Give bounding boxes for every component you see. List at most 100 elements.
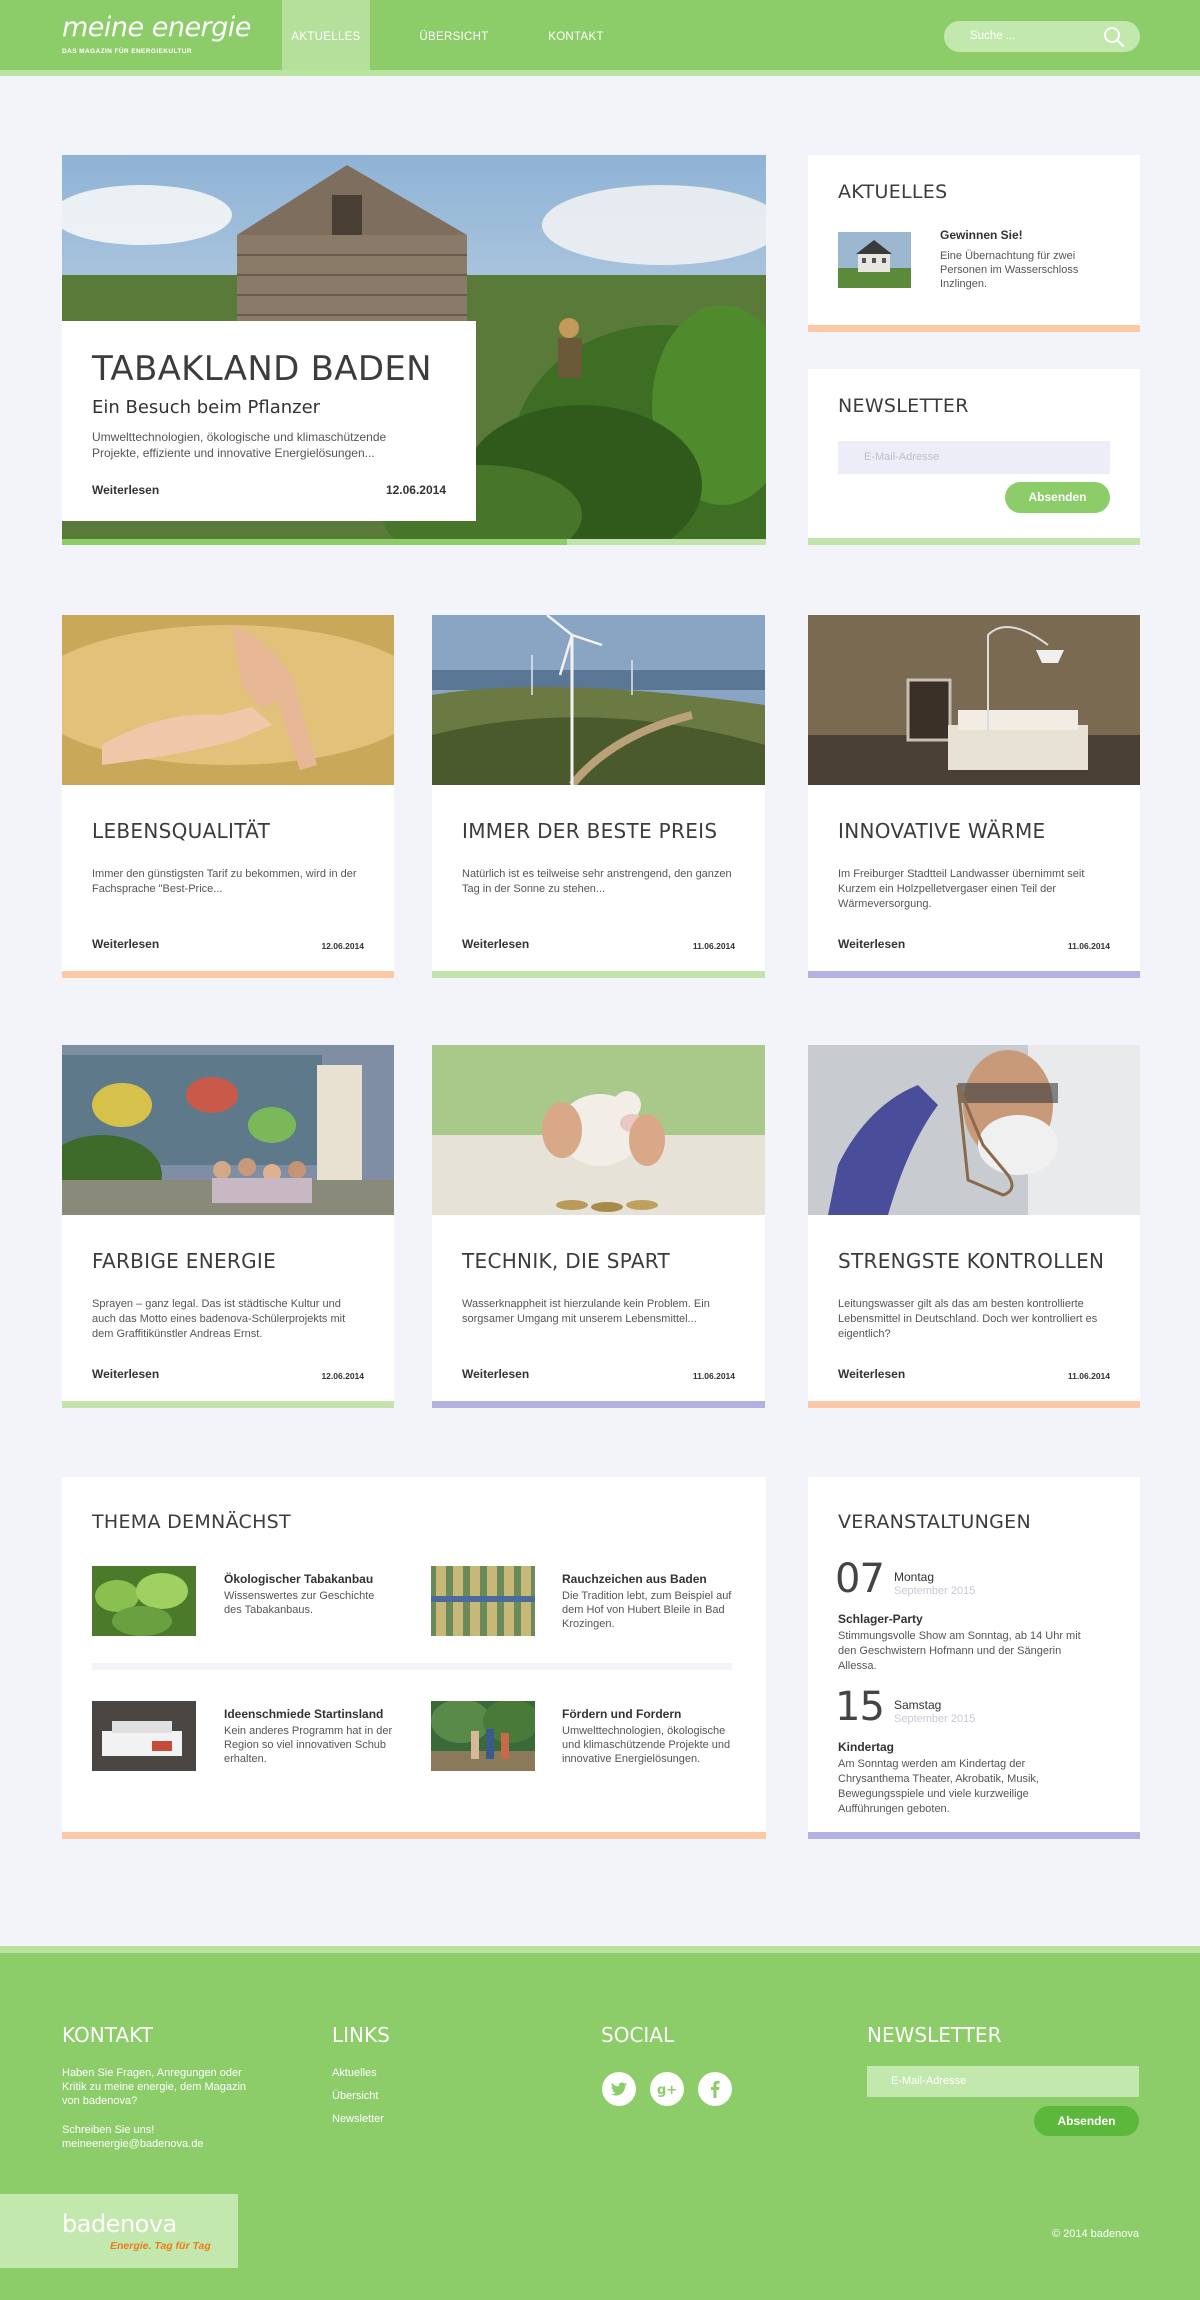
thema-item-text: Die Tradition lebt, zum Beispiel auf dem… (562, 1590, 732, 1630)
card-image (808, 615, 1140, 785)
article-card[interactable]: TECHNIK, DIE SPART Wasserknappheit ist h… (432, 1045, 765, 1408)
event-month: September 2015 (894, 1585, 976, 1597)
card-image (62, 1045, 394, 1215)
card-image (62, 615, 394, 785)
card-image (432, 615, 765, 785)
footer-email-link[interactable]: meineenergie@badenova.de (62, 2137, 203, 2151)
footer-newsletter-email-field[interactable]: E-Mail-Adresse (867, 2066, 1139, 2097)
footer-link-aktuelles[interactable]: Aktuelles (332, 2066, 377, 2080)
thema-item-text: Wissenswertes zur Geschichte des Tabakan… (224, 1590, 375, 1616)
footer-kontakt-text: Haben Sie Fragen, Anregungen oder Kritik… (62, 2067, 247, 2107)
card-date: 11.06.2014 (1067, 1371, 1110, 1381)
footer-kontakt-title: KONTAKT (62, 2023, 153, 2047)
card-image (808, 1045, 1140, 1215)
castle-thumbnail[interactable] (838, 232, 911, 288)
card-accent-bar (808, 1401, 1140, 1408)
thema-accent-bar (62, 1832, 766, 1839)
hero-text: Umwelttechnologien, ökologische und klim… (92, 430, 387, 460)
card-image (432, 1045, 765, 1215)
hero-title[interactable]: TABAKLAND BADEN (92, 349, 432, 389)
card-title[interactable]: FARBIGE ENERGIE (92, 1249, 276, 1273)
search-icon[interactable] (1101, 24, 1127, 50)
article-card[interactable]: INNOVATIVE WÄRME Im Freiburger Stadtteil… (808, 615, 1140, 978)
thema-item-image[interactable] (431, 1701, 535, 1771)
hero-date: 12.06.2014 (385, 483, 446, 497)
thema-item-title[interactable]: Ideenschmiede Startinsland (224, 1707, 383, 1721)
google-plus-icon[interactable]: g+ (650, 2072, 684, 2106)
brand-name: badenova (62, 2210, 177, 2238)
event-weekday: Montag (894, 1570, 935, 1584)
badenova-logo[interactable]: badenova Energie. Tag für Tag (0, 2194, 238, 2268)
event-text: Stimmungsvolle Show am Sonntag, ab 14 Uh… (838, 1630, 1081, 1672)
site-footer: KONTAKT Haben Sie Fragen, Anregungen ode… (0, 1946, 1200, 2300)
card-text: Im Freiburger Stadtteil Landwasser übern… (838, 868, 1085, 910)
thema-item-title[interactable]: Fördern und Fordern (562, 1707, 681, 1721)
card-text: Immer den günstigsten Tarif zu bekommen,… (92, 868, 357, 895)
brand-slogan: Energie. Tag für Tag (110, 2240, 211, 2252)
article-card[interactable]: STRENGSTE KONTROLLEN Leitungswasser gilt… (808, 1045, 1140, 1408)
thema-item-image[interactable] (92, 1566, 196, 1636)
card-date: 11.06.2014 (692, 1371, 735, 1381)
card-title[interactable]: IMMER DER BESTE PREIS (462, 819, 717, 843)
event-title[interactable]: Schlager-Party (838, 1612, 923, 1626)
card-read-more-link[interactable]: Weiterlesen (92, 1367, 159, 1381)
article-card[interactable]: IMMER DER BESTE PREIS Natürlich ist es t… (432, 615, 765, 978)
thema-item-title[interactable]: Rauchzeichen aus Baden (562, 1572, 707, 1586)
article-card[interactable]: FARBIGE ENERGIE Sprayen – ganz legal. Da… (62, 1045, 394, 1408)
newsletter-widget: NEWSLETTER E-Mail-Adresse Absenden (808, 369, 1140, 545)
thema-item-image[interactable] (431, 1566, 535, 1636)
event-title[interactable]: Kindertag (838, 1740, 894, 1754)
footer-link-uebersicht[interactable]: Übersicht (332, 2089, 378, 2103)
thema-item-image[interactable] (92, 1701, 196, 1771)
aktuelles-accent-bar (808, 325, 1140, 332)
card-text: Wasserknappheit ist hierzulande kein Pro… (462, 1298, 710, 1325)
card-title[interactable]: TECHNIK, DIE SPART (462, 1249, 670, 1273)
facebook-icon[interactable] (698, 2072, 732, 2106)
article-card[interactable]: LEBENSQUALITÄT Immer den günstigsten Tar… (62, 615, 394, 978)
card-date: 11.06.2014 (1067, 941, 1110, 951)
thema-item-title[interactable]: Ökologischer Tabakanbau (224, 1572, 373, 1586)
twitter-icon[interactable] (602, 2072, 636, 2106)
card-text: Natürlich ist es teilweise sehr anstreng… (462, 868, 732, 895)
card-title[interactable]: STRENGSTE KONTROLLEN (838, 1249, 1104, 1273)
card-text: Sprayen – ganz legal. Das ist städtische… (92, 1298, 346, 1340)
card-read-more-link[interactable]: Weiterlesen (462, 937, 529, 951)
card-accent-bar (432, 971, 765, 978)
nav-item-kontakt[interactable]: KONTAKT (532, 0, 620, 70)
logo-tagline: DAS MAGAZIN FÜR ENERGIEKULTUR (62, 48, 192, 55)
events-accent-bar (808, 1832, 1140, 1839)
card-read-more-link[interactable]: Weiterlesen (462, 1367, 529, 1381)
aktuelles-item-title[interactable]: Gewinnen Sie! (940, 228, 1023, 242)
card-read-more-link[interactable]: Weiterlesen (838, 1367, 905, 1381)
event-text: Am Sonntag werden am Kindertag der Chrys… (838, 1758, 1039, 1815)
thema-item-text: Kein anderes Programm hat in der Region … (224, 1725, 393, 1765)
footer-newsletter-submit-button[interactable]: Absenden (1034, 2106, 1139, 2136)
footer-link-newsletter[interactable]: Newsletter (332, 2112, 384, 2126)
events-title: VERANSTALTUNGEN (838, 1511, 1031, 1533)
card-date: 12.06.2014 (321, 1371, 364, 1381)
card-date: 11.06.2014 (692, 941, 735, 951)
hero-progress-bar (62, 539, 567, 545)
nav-item-uebersicht[interactable]: ÜBERSICHT (410, 0, 498, 70)
site-header: meine energie DAS MAGAZIN FÜR ENERGIEKUL… (0, 0, 1200, 76)
card-accent-bar (432, 1401, 765, 1408)
hero-teaser: TABAKLAND BADEN Ein Besuch beim Pflanzer… (62, 321, 476, 521)
newsletter-email-field[interactable]: E-Mail-Adresse (838, 441, 1110, 474)
thema-divider (92, 1663, 732, 1670)
site-logo[interactable]: meine energie (62, 14, 251, 41)
card-title[interactable]: INNOVATIVE WÄRME (838, 819, 1046, 843)
aktuelles-title: AKTUELLES (838, 181, 948, 203)
nav-item-aktuelles[interactable]: AKTUELLES (282, 0, 370, 70)
event-weekday: Samstag (894, 1698, 942, 1712)
newsletter-submit-button[interactable]: Absenden (1005, 482, 1110, 513)
card-accent-bar (808, 971, 1140, 978)
hero-read-more-link[interactable]: Weiterlesen (92, 483, 159, 497)
thema-demnaechst-section: THEMA DEMNÄCHST Ökologischer Tabakanbau … (62, 1477, 766, 1839)
footer-social-title: SOCIAL (601, 2023, 675, 2047)
svg-text:g+: g+ (657, 2083, 677, 2098)
copyright: © 2014 badenova (1051, 2228, 1139, 2240)
card-title[interactable]: LEBENSQUALITÄT (92, 819, 270, 843)
card-read-more-link[interactable]: Weiterlesen (838, 937, 905, 951)
footer-links-title: LINKS (332, 2023, 390, 2047)
card-read-more-link[interactable]: Weiterlesen (92, 937, 159, 951)
